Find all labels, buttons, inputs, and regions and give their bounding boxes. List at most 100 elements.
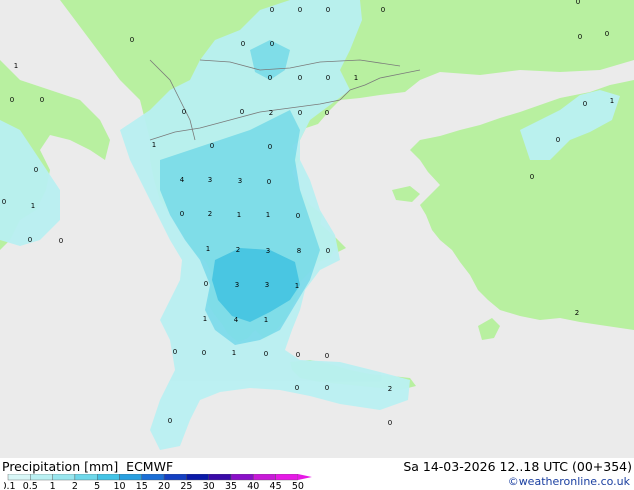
precip-value-label: 0	[325, 384, 329, 392]
precip-value-label: 0	[270, 40, 274, 48]
precip-value-label: 3	[235, 281, 239, 289]
precip-value-label: 0	[388, 419, 392, 427]
precip-value-label: 0	[180, 210, 184, 218]
scale-tick-label: 10	[113, 481, 125, 490]
precip-value-label: 0	[130, 36, 134, 44]
precip-value-label: 1	[610, 97, 614, 105]
precip-value-label: 8	[297, 247, 301, 255]
valid-time: Sa 14-03-2026 12..18 UTC (00+354)	[403, 459, 632, 474]
scale-swatch	[230, 474, 254, 481]
precip-value-label: 0	[298, 109, 302, 117]
precip-value-label: 0	[182, 108, 186, 116]
scale-tick-label: 40	[247, 481, 259, 490]
precip-value-label: 0	[583, 100, 587, 108]
precip-value-label: 0	[295, 384, 299, 392]
scale-swatch	[186, 474, 209, 481]
scale-tick-label: 5	[94, 481, 100, 490]
precip-value-label: 0	[168, 417, 172, 425]
precip-value-label: 1	[237, 211, 241, 219]
precip-value-label: 1	[152, 141, 156, 149]
scale-tick-label: 20	[158, 481, 170, 490]
precip-value-label: 0	[268, 143, 272, 151]
precip-value-label: 0	[267, 178, 271, 186]
precip-value-label: 0	[576, 0, 580, 6]
scale-swatch	[163, 474, 187, 481]
precip-value-label: 0	[530, 173, 534, 181]
scale-swatch	[52, 474, 76, 481]
precip-value-label: 0	[326, 6, 330, 14]
legend-footer: Precipitation [mm] ECMWF Sa 14-03-2026 1…	[0, 458, 634, 490]
scale-tick-label: 15	[136, 481, 148, 490]
precip-value-label: 0	[325, 352, 329, 360]
color-scale: 0.10.5125101520253035404550	[4, 474, 312, 490]
precip-value-label: 0	[381, 6, 385, 14]
precip-value-label: 1	[295, 282, 299, 290]
scale-swatch	[141, 474, 165, 481]
precip-value-label: 4	[180, 176, 185, 184]
scale-tick-label: 25	[180, 481, 192, 490]
precip-value-label: 0	[296, 212, 300, 220]
precip-value-label: 1	[14, 62, 18, 70]
credit-link[interactable]: ©weatheronline.co.uk	[508, 475, 630, 488]
precip-value-label: 0	[240, 108, 244, 116]
precip-value-label: 0	[173, 348, 177, 356]
precip-value-label: 0	[2, 198, 6, 206]
precip-value-label: 0	[578, 33, 582, 41]
scale-swatch	[7, 474, 31, 481]
precip-value-label: 3	[238, 177, 242, 185]
scale-tick-label: 45	[270, 481, 282, 490]
precip-value-label: 2	[269, 109, 273, 117]
precip-value-label: 0	[605, 30, 609, 38]
precip-value-label: 1	[354, 74, 358, 82]
precip-value-label: 1	[31, 202, 35, 210]
legend-model: ECMWF	[126, 459, 174, 474]
scale-tick-label: 0.1	[4, 481, 16, 490]
precip-value-label: 0	[202, 349, 206, 357]
scale-swatch	[96, 474, 120, 481]
scale-swatch	[74, 474, 98, 481]
precip-value-label: 1	[264, 316, 268, 324]
precip-value-label: 0	[556, 136, 560, 144]
scale-tick-label: 2	[72, 481, 78, 490]
scale-swatch	[275, 474, 299, 481]
precip-value-label: 2	[236, 246, 240, 254]
precip-value-label: 0	[326, 74, 330, 82]
precip-value-label: 4	[234, 316, 239, 324]
scale-swatch	[30, 474, 53, 481]
precip-value-label: 2	[575, 309, 579, 317]
precip-value-label: 0	[40, 96, 44, 104]
precip-value-label: 1	[266, 211, 270, 219]
precip-value-label: 0	[10, 96, 14, 104]
precip-value-label: 0	[241, 40, 245, 48]
scale-swatch	[119, 474, 142, 481]
precip-value-label: 0	[326, 247, 330, 255]
precip-value-label: 0	[28, 236, 32, 244]
precip-value-label: 0	[270, 6, 274, 14]
precip-value-label: 0	[298, 6, 302, 14]
precip-value-label: 3	[265, 281, 269, 289]
legend-title-row: Precipitation [mm] ECMWF	[2, 459, 173, 474]
scale-swatch	[253, 474, 276, 481]
scale-swatch	[208, 474, 232, 481]
legend-title: Precipitation [mm]	[2, 459, 119, 474]
precip-value-label: 0	[59, 237, 63, 245]
precip-value-label: 0	[204, 280, 208, 288]
precip-value-label: 0	[34, 166, 38, 174]
precip-value-label: 0	[268, 74, 272, 82]
precip-value-label: 0	[325, 109, 329, 117]
precip-value-label: 2	[388, 385, 392, 393]
precip-value-label: 2	[208, 210, 212, 218]
scale-tick-label: 30	[203, 481, 215, 490]
scale-arrow	[297, 474, 312, 480]
scale-tick-label: 0.5	[23, 481, 38, 490]
precip-value-label: 0	[296, 351, 300, 359]
precip-value-label: 1	[206, 245, 210, 253]
precip-value-label: 1	[232, 349, 236, 357]
scale-tick-label: 1	[50, 481, 56, 490]
precip-value-label: 1	[203, 315, 207, 323]
scale-tick-label: 50	[292, 481, 304, 490]
scale-tick-label: 35	[225, 481, 237, 490]
precip-value-label: 3	[208, 176, 212, 184]
precip-value-label: 0	[210, 142, 214, 150]
precipitation-map[interactable]: 0 0 0 0 0 0 0 0 0 0 1 0 0 0 1 0 0 0 0 2 0 0 0 1 1 0 0 0 0 4 3 3 0 0 0 1 0 2 1 1…	[0, 0, 634, 458]
